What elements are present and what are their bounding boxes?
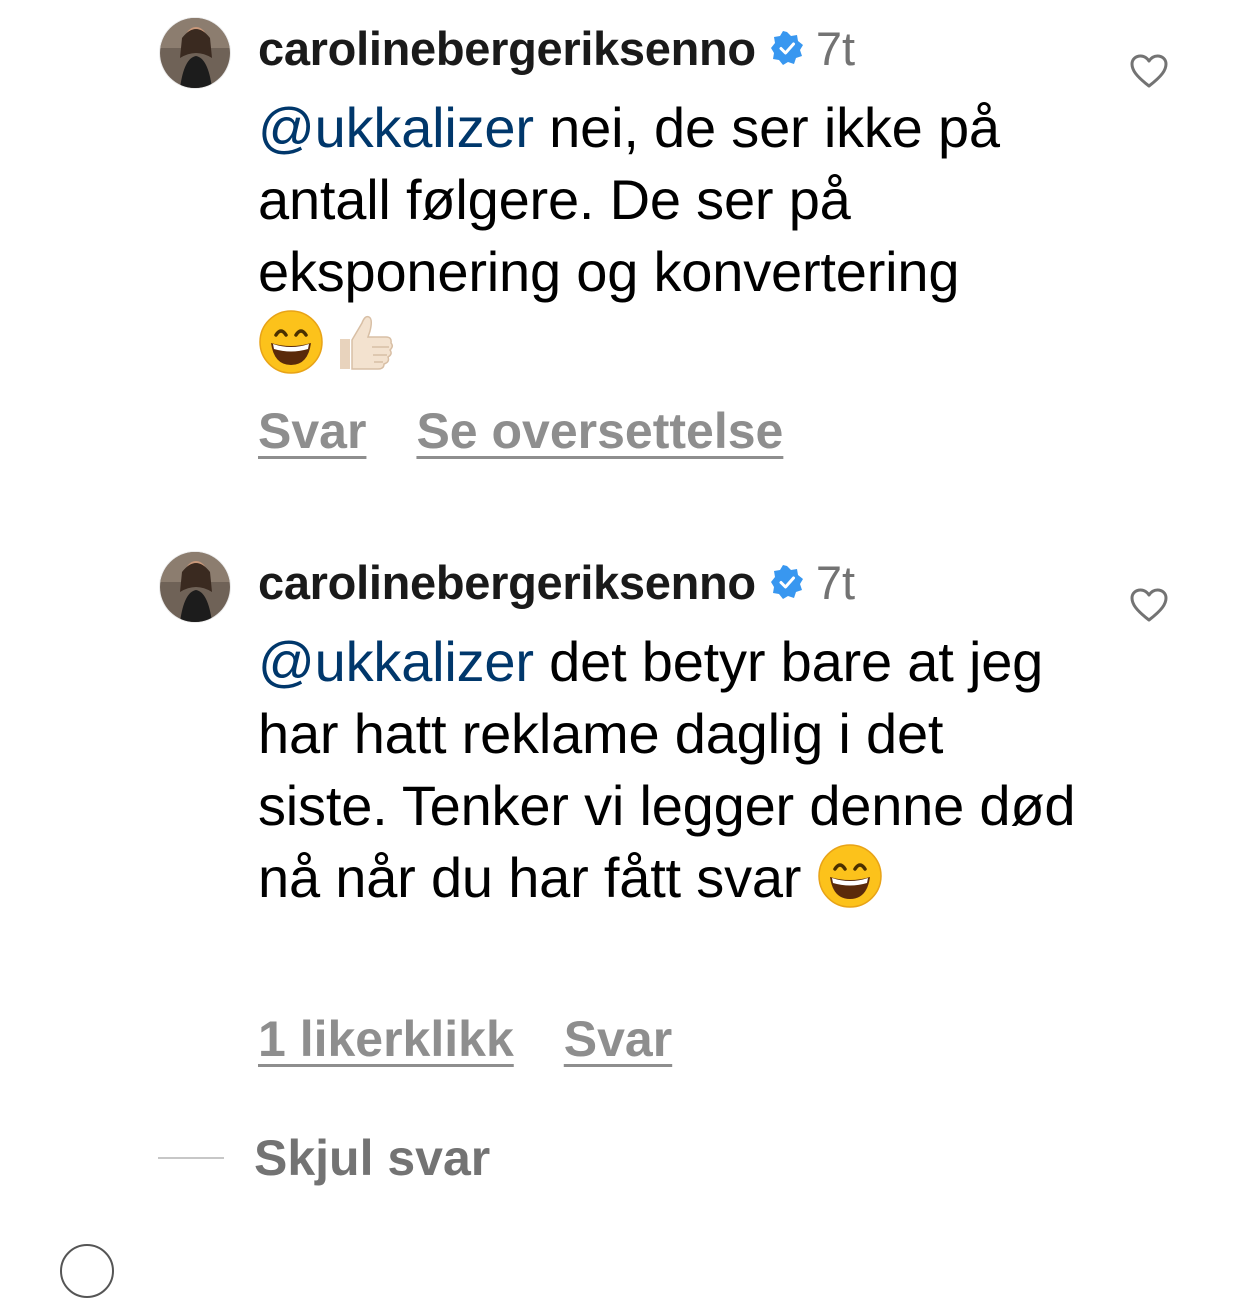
heart-outline-icon[interactable]	[1130, 54, 1168, 88]
hide-replies-button[interactable]: Skjul svar	[254, 1129, 490, 1187]
divider	[158, 1157, 224, 1159]
comment-text: @ukkalizer det betyr bare at jeg har hat…	[258, 626, 1088, 914]
hide-replies-row[interactable]: Skjul svar	[158, 1130, 490, 1186]
verified-badge-icon	[770, 565, 804, 599]
mention-link[interactable]: @ukkalizer	[258, 96, 534, 159]
comment-text: @ukkalizer nei, de ser ikke på antall fø…	[258, 92, 1088, 380]
avatar[interactable]	[160, 18, 230, 88]
reply-button[interactable]: Svar	[564, 1010, 672, 1068]
likes-count-button[interactable]: 1 likerklikk	[258, 1010, 514, 1068]
username[interactable]: carolinebergeriksenno	[258, 555, 756, 610]
avatar[interactable]	[60, 1244, 114, 1298]
avatar[interactable]	[160, 552, 230, 622]
timestamp: 7t	[815, 555, 856, 609]
timestamp: 7t	[815, 21, 856, 75]
thumbs-up-icon	[332, 309, 398, 375]
mention-link[interactable]: @ukkalizer	[258, 630, 534, 693]
grinning-face-icon	[258, 309, 324, 375]
username[interactable]: carolinebergeriksenno	[258, 21, 756, 76]
grinning-face-icon	[817, 843, 883, 909]
heart-outline-icon[interactable]	[1130, 588, 1168, 622]
verified-badge-icon	[770, 31, 804, 65]
see-translation-button[interactable]: Se oversettelse	[416, 402, 783, 460]
reply-button[interactable]: Svar	[258, 402, 366, 460]
